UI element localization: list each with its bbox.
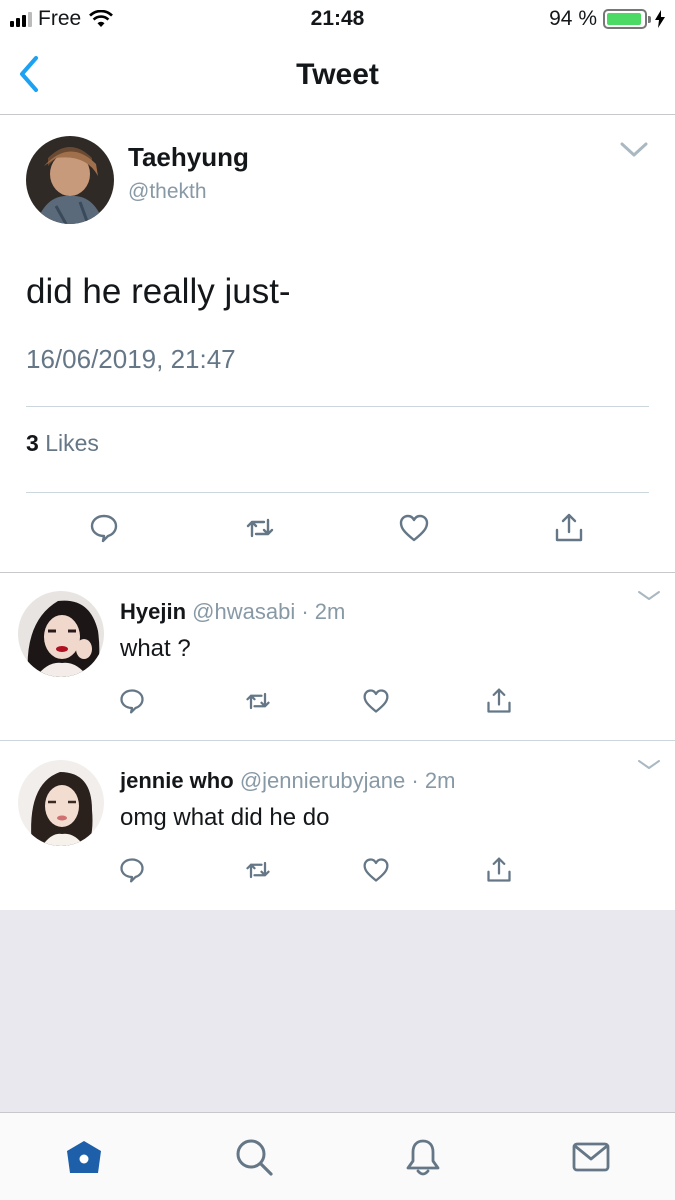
tweet-options-button[interactable] — [619, 140, 649, 160]
retweet-button[interactable] — [244, 856, 272, 884]
share-button[interactable] — [485, 856, 513, 884]
tab-home[interactable] — [64, 1137, 104, 1177]
avatar[interactable] — [18, 760, 104, 846]
share-button[interactable] — [553, 512, 585, 544]
reply-author-handle[interactable]: @jennierubyjane — [240, 768, 405, 793]
status-right: 94 % — [549, 7, 665, 31]
bell-icon — [406, 1139, 440, 1176]
retweet-icon — [246, 518, 274, 538]
retweet-icon — [246, 692, 270, 710]
share-icon — [555, 513, 583, 542]
battery-percent: 94 % — [549, 7, 597, 30]
battery-fill — [607, 13, 641, 25]
reply-author-handle[interactable]: @hwasabi — [192, 599, 295, 624]
reply-actions — [0, 687, 675, 721]
home-icon — [67, 1141, 101, 1173]
author-name[interactable]: Taehyung — [128, 142, 249, 173]
reply-icon — [90, 514, 118, 543]
likes-count[interactable]: 3 Likes — [26, 430, 99, 457]
chevron-down-icon — [638, 760, 660, 769]
tweet-text: did he really just- — [26, 272, 291, 311]
reply-tweet[interactable]: jennie who @jennierubyjane · 2m omg what… — [0, 742, 675, 910]
reply-text: omg what did he do — [120, 804, 330, 831]
chevron-down-icon — [620, 142, 648, 157]
like-button[interactable] — [362, 856, 390, 884]
author-handle[interactable]: @thekth — [128, 180, 207, 204]
main-tweet: Taehyung @thekth did he really just- 16/… — [0, 116, 675, 573]
divider — [26, 406, 649, 407]
share-icon — [487, 688, 511, 713]
retweet-button[interactable] — [244, 512, 276, 544]
likes-label: Likes — [45, 430, 99, 456]
divider — [26, 492, 649, 493]
battery-icon — [603, 9, 651, 29]
reply-options-button[interactable] — [637, 758, 661, 772]
likes-number: 3 — [26, 430, 39, 456]
avatar[interactable] — [18, 591, 104, 677]
reply-author-name[interactable]: jennie who — [120, 768, 234, 793]
nav-header: Tweet — [0, 38, 675, 115]
mail-icon — [572, 1142, 610, 1172]
reply-icon — [120, 689, 144, 714]
charging-icon — [655, 10, 665, 28]
reply-time: 2m — [424, 768, 456, 793]
avatar[interactable] — [26, 136, 114, 224]
tab-messages[interactable] — [571, 1137, 611, 1177]
reply-icon — [120, 858, 144, 883]
tweet-actions — [0, 512, 675, 552]
reply-button[interactable] — [118, 687, 146, 715]
reply-header: Hyejin @hwasabi · 2m — [120, 599, 345, 625]
heart-icon — [399, 514, 429, 542]
reply-time: 2m — [314, 599, 346, 624]
share-icon — [487, 857, 511, 882]
reply-author-name[interactable]: Hyejin — [120, 599, 186, 624]
empty-area — [0, 910, 675, 1112]
like-button[interactable] — [362, 687, 390, 715]
reply-button[interactable] — [88, 512, 120, 544]
tab-search[interactable] — [234, 1137, 274, 1177]
reply-header: jennie who @jennierubyjane · 2m — [120, 768, 455, 794]
dot-separator: · — [411, 768, 419, 793]
heart-icon — [363, 689, 389, 713]
reply-options-button[interactable] — [637, 589, 661, 603]
reply-button[interactable] — [118, 856, 146, 884]
tweet-timestamp: 16/06/2019, 21:47 — [26, 344, 236, 374]
like-button[interactable] — [398, 512, 430, 544]
retweet-button[interactable] — [244, 687, 272, 715]
reply-actions — [0, 856, 675, 890]
reply-text: what ? — [120, 635, 191, 662]
reply-tweet[interactable]: Hyejin @hwasabi · 2m what ? — [0, 573, 675, 741]
share-button[interactable] — [485, 687, 513, 715]
page-title: Tweet — [296, 58, 379, 91]
search-icon — [236, 1139, 273, 1176]
tab-notifications[interactable] — [403, 1137, 443, 1177]
heart-icon — [363, 858, 389, 882]
retweet-icon — [246, 861, 270, 879]
tab-bar — [0, 1112, 675, 1200]
dot-separator: · — [301, 599, 309, 624]
status-bar: Free 21:48 94 % — [0, 0, 675, 38]
chevron-down-icon — [638, 591, 660, 600]
